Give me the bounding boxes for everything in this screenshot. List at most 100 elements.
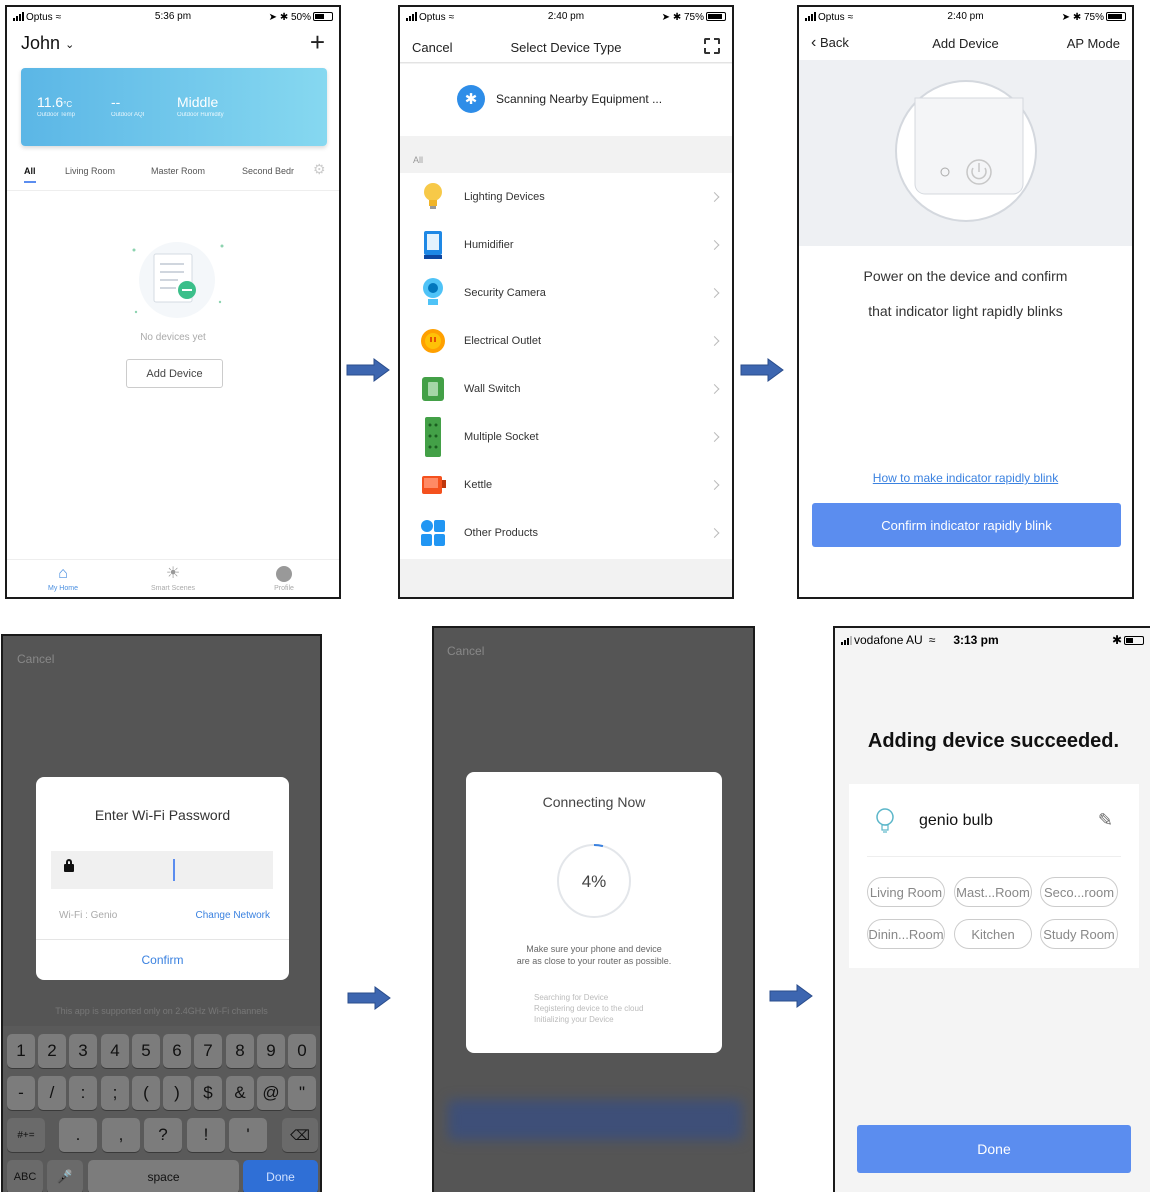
room-option[interactable]: Seco...room xyxy=(1040,877,1118,907)
key-colon[interactable]: : xyxy=(69,1076,97,1110)
key-done[interactable]: Done xyxy=(243,1160,318,1192)
nav-my-home[interactable]: ⌂ My Home xyxy=(37,566,89,593)
key-close-paren[interactable]: ) xyxy=(163,1076,191,1110)
key-7[interactable]: 7 xyxy=(194,1034,222,1068)
key-exclaim[interactable]: ! xyxy=(187,1118,225,1152)
empty-state-text: No devices yet xyxy=(140,332,206,343)
help-link[interactable]: How to make indicator rapidly blink xyxy=(799,471,1132,485)
key-symbols-shift[interactable]: #+= xyxy=(7,1118,45,1152)
bulb-icon xyxy=(424,183,442,209)
step-list: Searching for Device Registering device … xyxy=(534,992,643,1025)
room-option[interactable]: Dinin...Room xyxy=(867,919,945,949)
key-quote[interactable]: " xyxy=(288,1076,316,1110)
chevron-right-icon xyxy=(709,336,720,346)
room-option[interactable]: Mast...Room xyxy=(954,877,1032,907)
battery-icon xyxy=(706,12,726,22)
room-option[interactable]: Living Room xyxy=(867,877,945,907)
dialog-title: Connecting Now xyxy=(542,794,646,810)
list-item[interactable]: Multiple Socket xyxy=(400,413,732,461)
key-1[interactable]: 1 xyxy=(7,1034,35,1068)
status-bar: vodafone AU ≈3:13 pm ✱ xyxy=(835,630,1150,650)
device-name: genio bulb xyxy=(919,812,993,829)
key-hyphen[interactable]: - xyxy=(7,1076,35,1110)
key-5[interactable]: 5 xyxy=(132,1034,160,1068)
camera-icon xyxy=(423,278,443,305)
list-item[interactable]: Humidifier xyxy=(400,221,732,269)
bluetooth-badge-icon: ✱ xyxy=(457,85,485,113)
key-3[interactable]: 3 xyxy=(69,1034,97,1068)
device-illustration-panel xyxy=(799,60,1132,246)
key-0[interactable]: 0 xyxy=(288,1034,316,1068)
done-button[interactable]: Done xyxy=(857,1125,1131,1173)
key-slash[interactable]: / xyxy=(38,1076,66,1110)
confirm-button[interactable]: Confirm xyxy=(36,953,289,967)
backspace-icon[interactable]: ⌫ xyxy=(282,1118,318,1152)
key-question[interactable]: ? xyxy=(144,1118,182,1152)
key-8[interactable]: 8 xyxy=(226,1034,254,1068)
bluetooth-icon: ✱ xyxy=(1111,633,1122,647)
room-tabs: All Living Room Master Room Second Bedr … xyxy=(7,161,339,192)
flow-arrow-icon xyxy=(347,986,391,1010)
home-name: John xyxy=(21,33,61,53)
key-apostrophe[interactable]: ' xyxy=(229,1118,267,1152)
key-4[interactable]: 4 xyxy=(101,1034,129,1068)
confirm-blink-button[interactable]: Confirm indicator rapidly blink xyxy=(812,503,1121,547)
list-item[interactable]: Kettle xyxy=(400,461,732,509)
cancel-button[interactable]: Cancel xyxy=(447,644,484,658)
key-6[interactable]: 6 xyxy=(163,1034,191,1068)
password-field[interactable] xyxy=(51,851,273,889)
screen-add-device: Optus ≈ 2:40 pm ➤ ✱ 75% ‹ Back Add Device… xyxy=(797,5,1134,599)
sun-icon: ☀ xyxy=(165,565,181,582)
profile-icon xyxy=(276,566,292,582)
status-bar: Optus ≈ 2:40 pm ➤ ✱ 75% xyxy=(400,7,732,27)
instruction-line-2: that indicator light rapidly blinks xyxy=(868,303,1063,319)
lock-icon xyxy=(64,864,74,872)
tab-all[interactable]: All xyxy=(24,166,36,183)
kettle-icon xyxy=(422,476,446,494)
key-ampersand[interactable]: & xyxy=(226,1076,254,1110)
key-9[interactable]: 9 xyxy=(257,1034,285,1068)
key-at[interactable]: @ xyxy=(257,1076,285,1110)
list-item[interactable]: Wall Switch xyxy=(400,365,732,413)
key-comma[interactable]: , xyxy=(102,1118,140,1152)
scan-qr-icon[interactable] xyxy=(704,38,720,54)
carrier-label: vodafone AU xyxy=(854,633,923,647)
tab-living-room[interactable]: Living Room xyxy=(65,166,115,176)
step-item: Registering device to the cloud xyxy=(534,1004,644,1013)
divider xyxy=(867,856,1121,857)
nav-smart-scenes[interactable]: ☀ Smart Scenes xyxy=(141,565,205,593)
divider xyxy=(7,190,339,191)
tab-second-bedroom[interactable]: Second Bedr xyxy=(242,166,294,176)
list-item[interactable]: Other Products xyxy=(400,509,732,557)
nav-profile[interactable]: Profile xyxy=(261,566,307,592)
tab-master-room[interactable]: Master Room xyxy=(151,166,205,176)
battery-icon xyxy=(1124,636,1144,646)
progress-percent: 4% xyxy=(581,872,607,891)
key-2[interactable]: 2 xyxy=(38,1034,66,1068)
instruction-line-1: Power on the device and confirm xyxy=(863,268,1068,284)
edit-pencil-icon[interactable]: ✎ xyxy=(1098,810,1113,831)
room-option[interactable]: Kitchen xyxy=(954,919,1032,949)
change-network-link[interactable]: Change Network xyxy=(196,910,270,921)
key-abc[interactable]: ABC xyxy=(7,1160,43,1192)
cancel-button[interactable]: Cancel xyxy=(17,652,54,666)
list-item[interactable]: Security Camera xyxy=(400,269,732,317)
ap-mode-button[interactable]: AP Mode xyxy=(1067,36,1120,51)
key-space[interactable]: space xyxy=(88,1160,239,1192)
add-device-button[interactable]: Add Device xyxy=(126,359,223,388)
key-dollar[interactable]: $ xyxy=(194,1076,222,1110)
advice-line-2: are as close to your router as possible. xyxy=(516,956,672,966)
key-semicolon[interactable]: ; xyxy=(101,1076,129,1110)
dialog-title: Enter Wi-Fi Password xyxy=(94,807,231,823)
gear-icon[interactable]: ⚙ xyxy=(313,161,326,178)
microphone-icon[interactable]: 🎤 xyxy=(47,1160,83,1192)
add-icon[interactable]: + xyxy=(310,27,325,58)
key-period[interactable]: . xyxy=(59,1118,97,1152)
key-open-paren[interactable]: ( xyxy=(132,1076,160,1110)
home-selector[interactable]: John ⌄ xyxy=(21,33,74,54)
list-item[interactable]: Lighting Devices xyxy=(400,173,732,221)
room-option[interactable]: Study Room xyxy=(1040,919,1118,949)
grid-icon xyxy=(421,520,445,546)
list-item[interactable]: Electrical Outlet xyxy=(400,317,732,365)
temp-label: Outdoor Temp xyxy=(37,112,75,118)
